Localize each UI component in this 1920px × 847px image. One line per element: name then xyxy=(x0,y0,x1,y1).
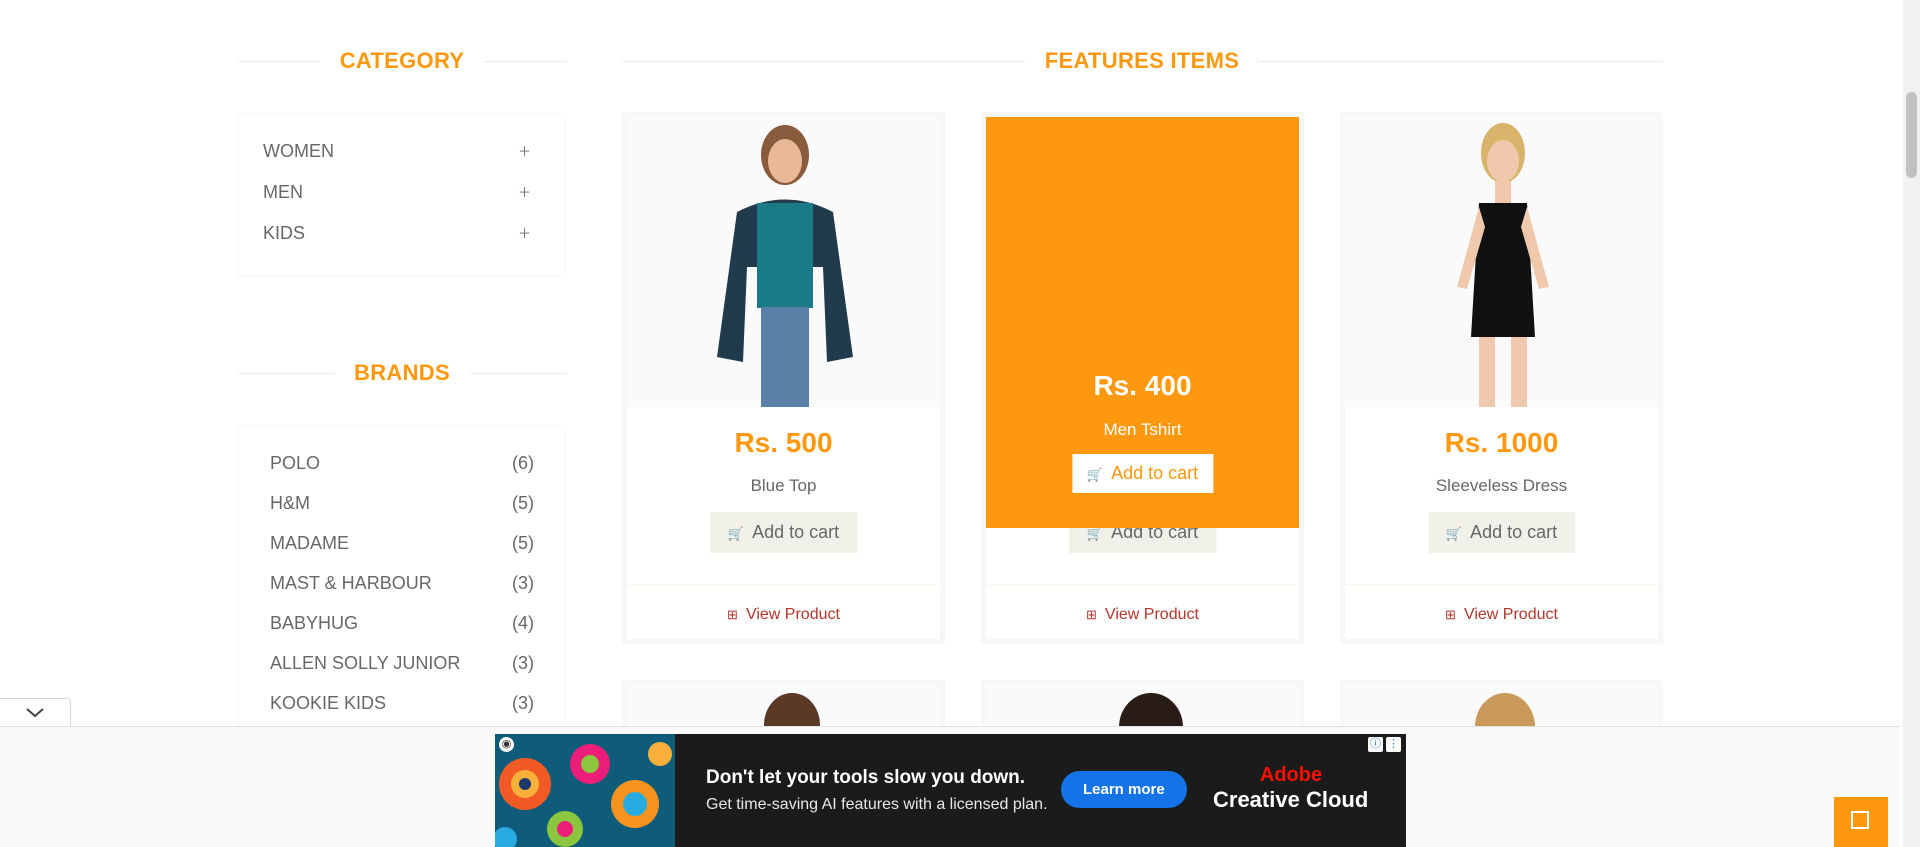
brand-item-madame[interactable]: MADAME (5) xyxy=(270,533,534,554)
cart-icon: 🛒 xyxy=(1086,467,1104,482)
learn-more-button[interactable]: Learn more xyxy=(1061,771,1187,808)
chevron-down-icon xyxy=(26,708,44,718)
ad-privacy-icon[interactable]: ◉ xyxy=(499,737,514,752)
ad-banner[interactable]: Don't let your tools slow you down. Get … xyxy=(495,734,1406,847)
scroll-up-button[interactable] xyxy=(1834,797,1888,847)
brand-name: KOOKIE KIDS xyxy=(270,693,387,713)
brand-name: MAST & HARBOUR xyxy=(270,573,432,593)
category-label: MEN xyxy=(263,182,303,202)
card-divider xyxy=(627,584,940,585)
plus-square-icon: ⊞ xyxy=(727,607,738,622)
brand-count: (3) xyxy=(512,573,534,593)
ad-headline: Don't let your tools slow you down. xyxy=(706,767,1026,788)
plus-icon: ＋ xyxy=(517,226,531,241)
brand-count: (3) xyxy=(512,693,534,713)
ad-brand-logo: Adobe xyxy=(1259,764,1323,786)
brands-title: BRANDS xyxy=(354,360,450,385)
view-product-link[interactable]: ⊞ View Product xyxy=(627,606,940,624)
features-title-row: FEATURES ITEMS xyxy=(622,48,1662,74)
overlay-price: Rs. 400 xyxy=(1093,370,1192,401)
overlay-product-name: Men Tshirt xyxy=(1103,420,1182,439)
brand-count: (3) xyxy=(512,653,534,673)
add-to-cart-button[interactable]: 🛒 Add to cart xyxy=(1427,512,1576,553)
brand-item-hm[interactable]: H&M (5) xyxy=(270,493,534,514)
title-rule xyxy=(469,372,567,374)
cart-icon: 🛒 xyxy=(1086,526,1104,541)
brand-count: (5) xyxy=(512,493,534,513)
features-title: FEATURES ITEMS xyxy=(1044,48,1240,73)
brand-name: H&M xyxy=(270,493,310,513)
brands-panel: POLO (6) H&M (5) MADAME (5) MAST & HARBO… xyxy=(238,425,566,735)
product-image[interactable] xyxy=(627,117,940,407)
ad-menu-icon[interactable]: ⋮ xyxy=(1386,737,1401,752)
brand-item-babyhug[interactable]: BABYHUG (4) xyxy=(270,613,534,634)
woman-blue-top-illustration xyxy=(717,125,853,407)
card-divider xyxy=(986,584,1299,585)
ad-subtext: Get time-saving AI features with a licen… xyxy=(706,796,1048,813)
brand-count: (6) xyxy=(512,453,534,473)
card-divider xyxy=(1345,584,1658,585)
category-item-kids[interactable]: KIDS ＋ xyxy=(263,223,531,244)
view-product-link[interactable]: ⊞ View Product xyxy=(1345,606,1658,624)
plus-icon: ＋ xyxy=(517,185,531,200)
product-name: Blue Top xyxy=(750,476,817,495)
view-product-link[interactable]: ⊞ View Product xyxy=(986,606,1299,624)
cart-icon: 🛒 xyxy=(1445,526,1463,541)
plus-square-icon: ⊞ xyxy=(1445,607,1456,622)
brand-item-kookie-kids[interactable]: KOOKIE KIDS (3) xyxy=(270,693,534,714)
category-title-row: CATEGORY xyxy=(238,48,566,74)
product-hover-overlay: Rs. 400 Men Tshirt 🛒 Add to cart xyxy=(986,117,1299,528)
product-card: Rs. 500 Blue Top 🛒 Add to cart ⊞ View Prod… xyxy=(622,112,945,644)
product-card: Rs. 1000 Sleeveless Dress 🛒 Add to cart ⊞… xyxy=(1340,112,1663,644)
title-rule xyxy=(238,372,335,374)
category-panel: WOMEN ＋ MEN ＋ KIDS ＋ xyxy=(238,113,566,276)
category-title: CATEGORY xyxy=(339,48,465,73)
plus-icon: ＋ xyxy=(517,144,531,159)
product-name: Sleeveless Dress xyxy=(1435,476,1568,495)
ad-area-border xyxy=(0,726,1900,727)
brand-name: BABYHUG xyxy=(270,613,359,633)
product-image[interactable] xyxy=(1345,117,1658,407)
brand-name: MADAME xyxy=(270,533,350,553)
ad-brand-name: Creative Cloud xyxy=(1213,787,1369,812)
arrow-up-icon xyxy=(1851,811,1869,829)
overlay-add-to-cart-button[interactable]: 🛒 Add to cart xyxy=(1071,454,1214,493)
brand-count: (4) xyxy=(512,613,534,633)
product-price: Rs. 500 xyxy=(734,427,833,458)
brands-title-row: BRANDS xyxy=(238,360,567,386)
woman-black-dress-illustration xyxy=(1457,123,1549,407)
cart-icon: 🛒 xyxy=(727,526,745,541)
brand-count: (5) xyxy=(512,533,534,553)
brand-item-mast-harbour[interactable]: MAST & HARBOUR (3) xyxy=(270,573,534,594)
product-price: Rs. 1000 xyxy=(1444,427,1559,458)
page-scrollbar[interactable] xyxy=(1903,0,1920,847)
category-label: WOMEN xyxy=(263,141,334,161)
ad-info-icon[interactable]: ⓘ xyxy=(1368,737,1383,752)
product-card: Rs. 400 Men Tshirt 🛒Add to cart ⊞View Pr… xyxy=(981,112,1304,644)
collapse-ad-tab[interactable] xyxy=(0,698,71,726)
brand-name: ALLEN SOLLY JUNIOR xyxy=(270,653,461,673)
brand-item-allen-solly-junior[interactable]: ALLEN SOLLY JUNIOR (3) xyxy=(270,653,534,674)
scrollbar-thumb[interactable] xyxy=(1906,92,1917,178)
title-rule xyxy=(484,60,566,62)
brand-name: POLO xyxy=(270,453,321,473)
title-rule xyxy=(238,60,320,62)
plus-square-icon: ⊞ xyxy=(1086,607,1097,622)
category-item-women[interactable]: WOMEN ＋ xyxy=(263,141,531,162)
category-item-men[interactable]: MEN ＋ xyxy=(263,182,531,203)
category-label: KIDS xyxy=(263,223,306,243)
brand-item-polo[interactable]: POLO (6) xyxy=(270,453,534,474)
add-to-cart-button[interactable]: 🛒 Add to cart xyxy=(709,512,858,553)
title-rule xyxy=(622,60,1025,62)
title-rule xyxy=(1259,60,1662,62)
ad-floral-art xyxy=(495,734,675,847)
